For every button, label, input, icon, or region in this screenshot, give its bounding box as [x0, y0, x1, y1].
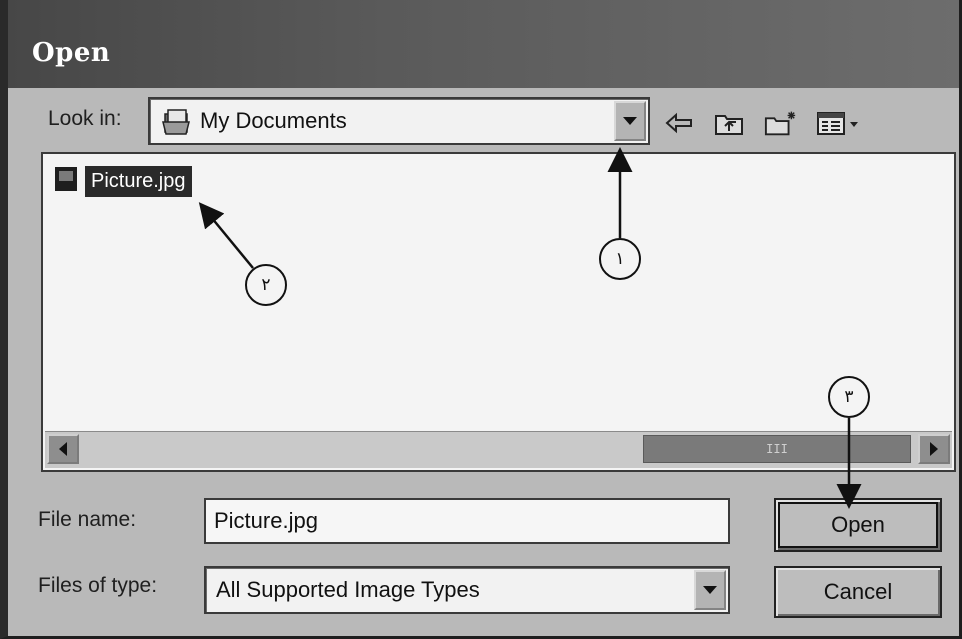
back-arrow-icon[interactable] [662, 108, 696, 138]
open-dialog: Open Look in: My Documents Picture.jpg I… [0, 0, 962, 639]
horizontal-scrollbar[interactable]: III [45, 431, 952, 468]
scrollbar-thumb[interactable]: III [643, 435, 911, 463]
file-name-label-text: File name: [38, 508, 137, 531]
files-of-type-dropdown[interactable]: All Supported Image Types [204, 566, 730, 614]
look-in-dropdown-button[interactable] [614, 101, 646, 141]
file-name-label: Picture.jpg [85, 166, 192, 197]
look-in-dropdown[interactable]: My Documents [148, 97, 650, 145]
open-button[interactable]: Open [774, 498, 942, 552]
files-of-type-label: Files of type: [38, 574, 158, 597]
file-list[interactable]: Picture.jpg III [41, 152, 956, 472]
look-in-label: Look in: [48, 107, 122, 130]
create-new-folder-icon[interactable] [764, 108, 798, 138]
cancel-button-label: Cancel [823, 579, 893, 604]
file-name-field[interactable] [204, 498, 730, 544]
chevron-down-icon [703, 586, 717, 594]
scrollbar-grip: III [766, 442, 788, 456]
file-name-input[interactable] [206, 500, 728, 542]
open-button-label: Open [831, 512, 885, 537]
scroll-right-button[interactable] [918, 434, 950, 464]
scroll-left-button[interactable] [47, 434, 79, 464]
chevron-left-icon [59, 442, 67, 456]
view-menu-icon[interactable] [814, 108, 866, 138]
image-file-icon [53, 164, 81, 199]
file-item-picture[interactable]: Picture.jpg [53, 164, 192, 199]
window-title: Open [32, 38, 111, 68]
look-in-value: My Documents [200, 108, 347, 133]
up-one-level-icon[interactable] [712, 108, 746, 138]
cancel-button[interactable]: Cancel [774, 566, 942, 618]
title-bar[interactable]: Open [8, 0, 959, 88]
files-of-type-value: All Supported Image Types [216, 577, 480, 602]
my-documents-icon [162, 108, 192, 141]
chevron-right-icon [930, 442, 938, 456]
chevron-down-icon [623, 117, 637, 125]
files-of-type-dropdown-button[interactable] [694, 570, 726, 610]
